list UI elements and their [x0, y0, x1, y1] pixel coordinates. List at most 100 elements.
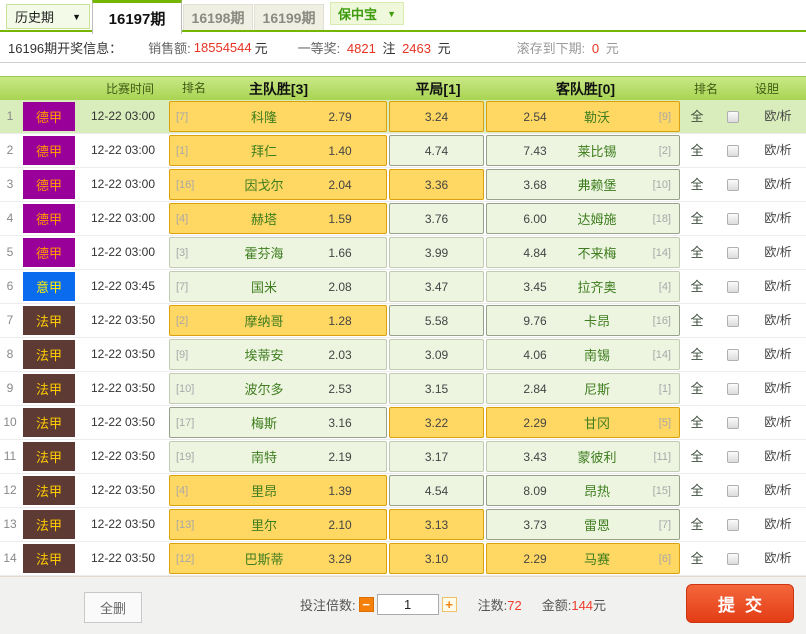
multiplier-increase-button[interactable]: +	[442, 597, 457, 612]
away-win-cell[interactable]: 9.76卡昂[16]	[486, 305, 680, 336]
away-win-cell[interactable]: 3.45拉齐奥[4]	[486, 271, 680, 302]
home-win-cell[interactable]: [7]科隆2.79	[169, 101, 387, 132]
multiplier-input[interactable]	[377, 594, 439, 615]
draw-cell[interactable]: 3.10	[389, 543, 484, 574]
select-all-link[interactable]: 全	[681, 406, 713, 439]
draw-cell[interactable]: 3.24	[389, 101, 484, 132]
away-win-cell[interactable]: 2.84尼斯[1]	[486, 373, 680, 404]
draw-cell[interactable]: 3.09	[389, 339, 484, 370]
dan-checkbox[interactable]	[727, 179, 739, 191]
home-team-name: 巴斯蒂	[212, 549, 316, 568]
dan-checkbox[interactable]	[727, 213, 739, 225]
draw-cell[interactable]: 3.36	[389, 169, 484, 200]
select-all-link[interactable]: 全	[681, 236, 713, 269]
home-win-cell[interactable]: [1]拜仁1.40	[169, 135, 387, 166]
home-win-cell[interactable]: [3]霍芬海1.66	[169, 237, 387, 268]
draw-cell[interactable]: 5.58	[389, 305, 484, 336]
home-win-cell[interactable]: [13]里尔2.10	[169, 509, 387, 540]
odds-analysis-link[interactable]: 欧/析	[753, 508, 803, 541]
select-all-link[interactable]: 全	[681, 440, 713, 473]
odds-analysis-link[interactable]: 欧/析	[753, 100, 803, 133]
select-all-link[interactable]: 全	[681, 542, 713, 575]
away-win-cell[interactable]: 4.06南锡[14]	[486, 339, 680, 370]
tab-period-16198[interactable]: 16198期	[183, 4, 253, 31]
odds-analysis-link[interactable]: 欧/析	[753, 134, 803, 167]
home-win-cell[interactable]: [12]巴斯蒂3.29	[169, 543, 387, 574]
home-win-cell[interactable]: [2]摩纳哥1.28	[169, 305, 387, 336]
odds-analysis-link[interactable]: 欧/析	[753, 372, 803, 405]
odds-analysis-link[interactable]: 欧/析	[753, 202, 803, 235]
away-win-cell[interactable]: 4.84不来梅[14]	[486, 237, 680, 268]
set-dan-cell	[713, 406, 753, 439]
draw-cell[interactable]: 3.17	[389, 441, 484, 472]
select-all-link[interactable]: 全	[681, 372, 713, 405]
away-win-cell[interactable]: 2.54勒沃[9]	[486, 101, 680, 132]
away-win-cell[interactable]: 8.09昂热[15]	[486, 475, 680, 506]
dan-checkbox[interactable]	[727, 315, 739, 327]
odds-analysis-link[interactable]: 欧/析	[753, 236, 803, 269]
period-tab-bar: 历史期 ▼ 16197期 16198期 16199期 保中宝 ▼	[0, 0, 806, 32]
draw-cell[interactable]: 3.22	[389, 407, 484, 438]
history-period-dropdown[interactable]: 历史期 ▼	[6, 4, 90, 29]
select-all-link[interactable]: 全	[681, 508, 713, 541]
draw-cell[interactable]: 3.13	[389, 509, 484, 540]
select-all-link[interactable]: 全	[681, 202, 713, 235]
tab-period-16199[interactable]: 16199期	[254, 4, 324, 31]
dan-checkbox[interactable]	[727, 451, 739, 463]
home-win-cell[interactable]: [16]因戈尔2.04	[169, 169, 387, 200]
home-win-cell[interactable]: [4]里昂1.39	[169, 475, 387, 506]
dan-checkbox[interactable]	[727, 111, 739, 123]
odds-analysis-link[interactable]: 欧/析	[753, 304, 803, 337]
draw-cell[interactable]: 4.54	[389, 475, 484, 506]
select-all-link[interactable]: 全	[681, 338, 713, 371]
select-all-link[interactable]: 全	[681, 270, 713, 303]
home-win-cell[interactable]: [7]国米2.08	[169, 271, 387, 302]
away-win-cell[interactable]: 2.29甘冈[5]	[486, 407, 680, 438]
dan-checkbox[interactable]	[727, 519, 739, 531]
dan-checkbox[interactable]	[727, 383, 739, 395]
select-all-link[interactable]: 全	[681, 134, 713, 167]
odds-analysis-link[interactable]: 欧/析	[753, 270, 803, 303]
select-all-link[interactable]: 全	[681, 304, 713, 337]
away-win-cell[interactable]: 2.29马赛[6]	[486, 543, 680, 574]
league-badge: 德甲	[23, 238, 75, 267]
draw-cell[interactable]: 3.76	[389, 203, 484, 234]
draw-cell[interactable]: 3.47	[389, 271, 484, 302]
odds-analysis-link[interactable]: 欧/析	[753, 542, 803, 575]
select-all-link[interactable]: 全	[681, 474, 713, 507]
dan-checkbox[interactable]	[727, 281, 739, 293]
dan-checkbox[interactable]	[727, 145, 739, 157]
draw-cell[interactable]: 3.99	[389, 237, 484, 268]
baozhongbao-dropdown[interactable]: 保中宝 ▼	[330, 2, 404, 25]
submit-button[interactable]: 提交	[686, 584, 794, 623]
away-win-cell[interactable]: 3.68弗赖堡[10]	[486, 169, 680, 200]
away-win-cell[interactable]: 6.00达姆施[18]	[486, 203, 680, 234]
home-win-cell[interactable]: [4]赫塔1.59	[169, 203, 387, 234]
multiplier-decrease-button[interactable]: −	[359, 597, 374, 612]
home-win-cell[interactable]: [19]南特2.19	[169, 441, 387, 472]
tab-period-16197[interactable]: 16197期	[92, 0, 182, 34]
away-win-cell[interactable]: 3.43蒙彼利[11]	[486, 441, 680, 472]
odds-analysis-link[interactable]: 欧/析	[753, 440, 803, 473]
draw-cell[interactable]: 4.74	[389, 135, 484, 166]
odds-analysis-link[interactable]: 欧/析	[753, 406, 803, 439]
dan-checkbox[interactable]	[727, 485, 739, 497]
away-win-cell[interactable]: 7.43莱比锡[2]	[486, 135, 680, 166]
home-win-cell[interactable]: [17]梅斯3.16	[169, 407, 387, 438]
odds-analysis-link[interactable]: 欧/析	[753, 168, 803, 201]
delete-all-button[interactable]: 全删	[84, 592, 142, 623]
home-win-cell[interactable]: [10]波尔多2.53	[169, 373, 387, 404]
select-all-link[interactable]: 全	[681, 100, 713, 133]
odds-analysis-link[interactable]: 欧/析	[753, 474, 803, 507]
draw-cell[interactable]: 3.15	[389, 373, 484, 404]
dan-checkbox[interactable]	[727, 349, 739, 361]
select-all-link[interactable]: 全	[681, 168, 713, 201]
league-cell: 法甲	[20, 474, 78, 507]
dan-checkbox[interactable]	[727, 247, 739, 259]
home-win-cell[interactable]: [9]埃蒂安2.03	[169, 339, 387, 370]
dan-checkbox[interactable]	[727, 417, 739, 429]
away-win-cell[interactable]: 3.73雷恩[7]	[486, 509, 680, 540]
odds-analysis-link[interactable]: 欧/析	[753, 338, 803, 371]
away-team-name: 南锡	[559, 345, 635, 364]
dan-checkbox[interactable]	[727, 553, 739, 565]
